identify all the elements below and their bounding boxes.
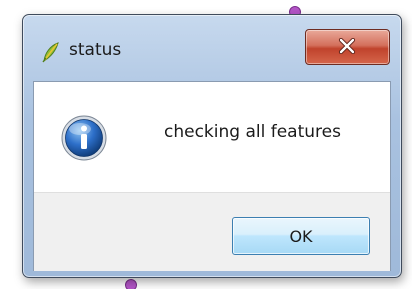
close-button[interactable]: [305, 29, 390, 65]
screen: status checking all features OK: [0, 0, 412, 289]
window-title: status: [69, 40, 122, 60]
qgis-logo-icon: [42, 42, 59, 63]
map-point-marker: [125, 279, 137, 289]
message-text: checking all features: [164, 122, 341, 142]
info-icon: [61, 115, 107, 161]
status-dialog: status checking all features OK: [22, 14, 402, 278]
title-bar[interactable]: status: [23, 15, 401, 81]
dialog-body: checking all features OK: [33, 81, 391, 271]
close-icon: [338, 38, 356, 54]
ok-button[interactable]: OK: [232, 217, 370, 255]
button-area: OK: [34, 192, 390, 271]
message-area: checking all features: [34, 82, 390, 192]
